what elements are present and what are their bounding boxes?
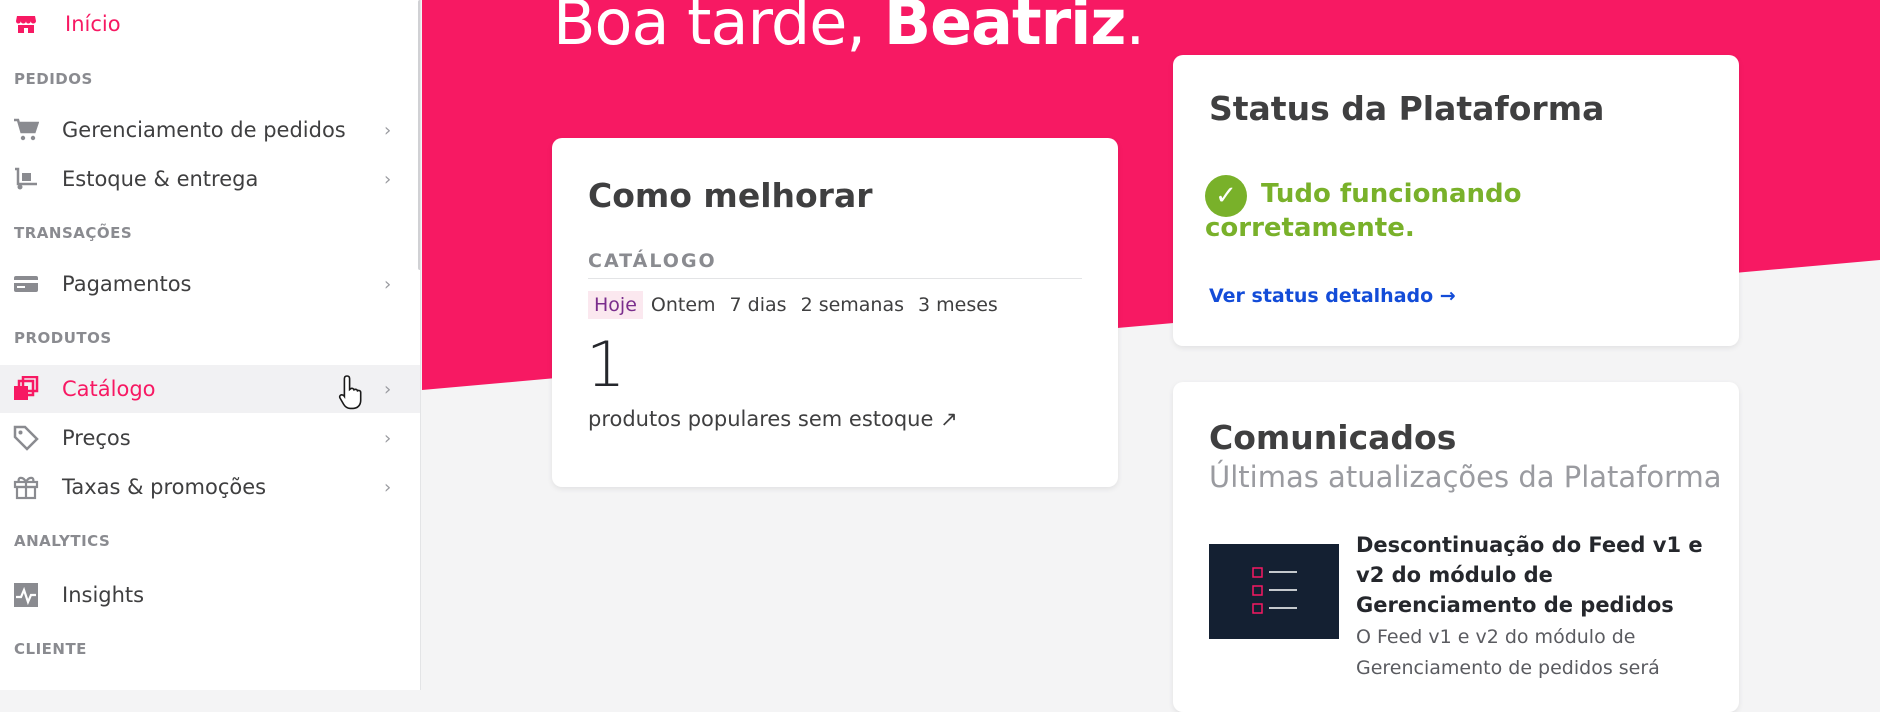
sidebar-item-insights[interactable]: Insights — [0, 571, 420, 619]
chevron-right-icon: › — [384, 378, 392, 400]
sidebar-item-home[interactable]: Início — [0, 0, 420, 48]
platform-status-card: Status da Plataforma Tudo funcionando co… — [1173, 55, 1739, 346]
sidebar-item-label: Taxas & promoções — [62, 475, 267, 499]
card-title: Status da Plataforma — [1209, 89, 1605, 128]
chevron-right-icon: › — [384, 476, 392, 498]
section-label-transactions: TRANSAÇÕES — [14, 224, 133, 242]
section-label-products: PRODUTOS — [14, 329, 112, 347]
sidebar-item-label: Gerenciamento de pedidos — [62, 118, 346, 142]
gift-icon — [12, 473, 40, 501]
announcements-card: Comunicados Últimas atualizações da Plat… — [1173, 382, 1739, 712]
period-3-months[interactable]: 3 meses — [912, 291, 1004, 319]
section-label-orders: PEDIDOS — [14, 70, 93, 88]
status-text: Tudo funcionando corretamente. — [1205, 179, 1522, 243]
out-of-stock-link[interactable]: produtos populares sem estoque ↗ — [588, 407, 958, 431]
chevron-right-icon: › — [384, 119, 392, 141]
card-subtitle: Últimas atualizações da Plataforma — [1209, 460, 1722, 494]
sidebar-item-label: Início — [65, 12, 121, 36]
period-selector: Hoje Ontem 7 dias 2 semanas 3 meses — [588, 291, 1006, 319]
catalog-icon — [12, 375, 40, 403]
chevron-right-icon: › — [384, 273, 392, 295]
tag-icon — [12, 424, 40, 452]
period-7-days[interactable]: 7 dias — [724, 291, 793, 319]
sidebar-scrollbar[interactable] — [418, 0, 420, 270]
sidebar-item-promotions[interactable]: Taxas & promoções › — [0, 463, 420, 511]
sidebar: Início PEDIDOS Gerenciamento de pedidos … — [0, 0, 421, 690]
checklist-thumbnail[interactable] — [1209, 544, 1339, 639]
sidebar-item-label: Catálogo — [62, 377, 156, 401]
metric-value: 1 — [586, 328, 626, 401]
chevron-right-icon: › — [384, 427, 392, 449]
checklist-icon — [1252, 567, 1297, 614]
period-yesterday[interactable]: Ontem — [645, 291, 722, 319]
chevron-right-icon: › — [384, 168, 392, 190]
period-2-weeks[interactable]: 2 semanas — [795, 291, 910, 319]
sidebar-item-inventory[interactable]: Estoque & entrega › — [0, 155, 420, 203]
greeting-heading: Boa tarde, Beatriz. — [553, 0, 1146, 59]
card-title: Como melhorar — [588, 176, 873, 215]
section-label-analytics: ANALYTICS — [14, 532, 111, 550]
chart-pulse-icon — [12, 581, 40, 609]
improve-card: Como melhorar CATÁLOGO Hoje Ontem 7 dias… — [552, 138, 1118, 487]
greeting-prefix: Boa tarde, — [553, 0, 866, 59]
catalog-section-label: CATÁLOGO — [588, 250, 717, 272]
sidebar-item-payments[interactable]: Pagamentos › — [0, 260, 420, 308]
check-circle-icon: ✓ — [1205, 175, 1247, 217]
sidebar-item-label: Preços — [62, 426, 131, 450]
sidebar-item-order-management[interactable]: Gerenciamento de pedidos › — [0, 106, 420, 154]
announcement-excerpt: O Feed v1 e v2 do módulo de Gerenciament… — [1356, 626, 1660, 679]
detailed-status-link[interactable]: Ver status detalhado → — [1209, 285, 1456, 307]
store-icon — [12, 10, 40, 38]
user-name: Beatriz — [883, 0, 1127, 59]
section-label-customer: CLIENTE — [14, 640, 87, 658]
hand-cursor-icon — [338, 374, 366, 414]
credit-card-icon — [12, 270, 40, 298]
sidebar-item-prices[interactable]: Preços › — [0, 414, 420, 462]
sidebar-item-label: Pagamentos — [62, 272, 192, 296]
period-today[interactable]: Hoje — [588, 291, 643, 319]
greeting-suffix: . — [1125, 0, 1146, 59]
announcement-title-link[interactable]: Descontinuação do Feed v1 e v2 do módulo… — [1356, 530, 1706, 620]
cart-icon — [12, 116, 40, 144]
divider — [588, 278, 1082, 279]
hand-truck-icon — [12, 165, 40, 193]
card-title: Comunicados — [1209, 418, 1457, 457]
sidebar-item-label: Estoque & entrega — [62, 167, 259, 191]
sidebar-item-label: Insights — [62, 583, 145, 607]
